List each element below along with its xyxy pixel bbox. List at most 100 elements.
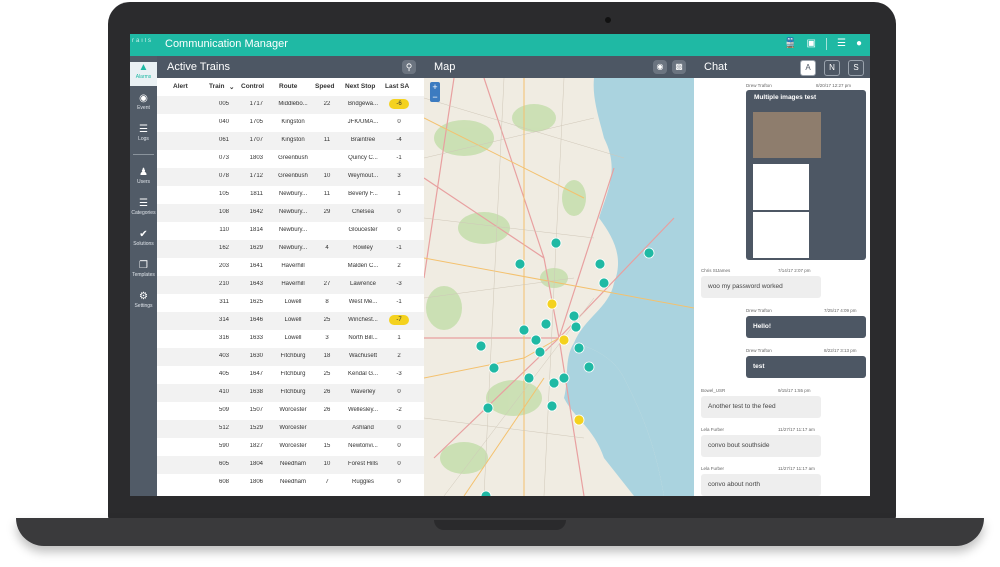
table-row[interactable]: 512 1529 Worcester Ashland 0 [157,420,424,438]
table-row[interactable]: 040 1705 Kingston JFK/UMA... 0 [157,114,424,132]
train-cell: 410 [218,389,229,395]
col-alert[interactable]: Alert [173,83,188,90]
sidebar-item-label: Users [136,179,151,185]
next-stop-cell: Chelsea [351,209,374,215]
message-author: Lela Furber [701,427,725,432]
col-control[interactable]: Control [241,83,264,90]
sidebar-item-settings[interactable]: ⚙ Settings [130,291,157,309]
col-train[interactable]: Train [209,83,225,90]
train-cell: 608 [218,479,229,485]
col-speed[interactable]: Speed [315,83,335,90]
route-cell: Fitchburg [280,353,306,359]
fullscreen-icon[interactable]: ▩ [672,60,686,74]
next-stop-cell: Waverley [350,389,376,395]
table-row[interactable]: 605 1804 Needham 10 Forest Hills 0 [157,456,424,474]
sidebar-item-event[interactable]: ◉ Event [130,93,157,111]
table-row[interactable]: 110 1814 Newbury... Gloucester 0 [157,222,424,240]
map-canvas[interactable] [424,78,694,496]
col-last-sa[interactable]: Last SA [385,83,409,90]
route-cell: Newbury... [278,191,308,197]
control-cell: 1647 [249,371,263,377]
zoom-out-button[interactable]: − [430,92,440,102]
image-message[interactable]: Multiple images test [746,90,866,260]
control-cell: 1641 [249,263,263,269]
table-row[interactable]: 403 1630 Fitchburg 18 Wachusett 2 [157,348,424,366]
sidebar-item-label: Templates [132,272,155,278]
panel-title: Chat [704,61,728,73]
chat-bubble: Another test to the feed [701,396,821,418]
next-stop-cell: Quincy C... [348,155,378,161]
table-row[interactable]: 311 1625 Lowell 8 West Me... -1 [157,294,424,312]
user-icon[interactable]: ● [856,38,862,50]
layers-icon[interactable]: ◉ [653,60,667,74]
control-cell: 1811 [250,191,263,197]
control-cell: 1806 [249,479,263,485]
col-route[interactable]: Route [279,83,297,90]
webcam [605,17,611,23]
train-cell: 605 [218,461,229,467]
sort-chevron-down-icon[interactable]: ⌄ [229,83,234,91]
next-stop-cell: Beverly F... [348,191,378,197]
chat-tab-s[interactable]: S [848,60,864,76]
sidebar-item-templates[interactable]: ❐ Templates [130,260,157,278]
table-row[interactable]: 509 1507 Worcester 26 Wellesley... -2 [157,402,424,420]
table-row[interactable]: 410 1638 Fitchburg 26 Waverley 0 [157,384,424,402]
train-cell: 316 [218,335,229,341]
sidebar-item-solutions[interactable]: ✔ Solutions [130,229,157,247]
last-sa-cell: 0 [397,119,401,125]
sidebar-item-alarms[interactable]: ▲ Alarms [130,62,157,86]
route-cell: Worcester [279,425,307,431]
table-row[interactable]: 073 1803 Greenbush Quincy C... -1 [157,150,424,168]
table-row[interactable]: 316 1633 Lowell 3 North Bill... 1 [157,330,424,348]
table-row[interactable]: 203 1641 Haverhill Malden C... 2 [157,258,424,276]
train-cell: 110 [219,227,229,233]
chat-tab-n[interactable]: N [824,60,840,76]
last-sa-cell: 0 [397,209,401,215]
control-cell: 1814 [249,227,263,233]
chat-tab-all[interactable]: A [800,60,816,76]
next-stop-cell: Braintree [350,137,376,143]
table-row[interactable]: 005 1717 Middlebo... 22 Bridgewa... -6 [157,96,424,114]
train-logo-thumbnail[interactable] [753,164,809,210]
control-cell: 1629 [249,245,263,251]
list-icon[interactable]: ☰ [837,38,846,50]
last-sa-cell: 1 [397,191,401,197]
table-row[interactable]: 210 1643 Haverhill 27 Lawrence -3 [157,276,424,294]
chat-panel: Chat A N S Drew Trafton 8/20/17 12:27 pm… [694,56,870,496]
route-cell: Lowell [284,335,302,341]
next-stop-cell: Gloucester [348,227,378,233]
table-row[interactable]: 162 1629 Newbury... 4 Rowley -1 [157,240,424,258]
train-logo-thumbnail[interactable] [753,212,809,258]
table-row[interactable]: 314 1646 Lowell 25 Winchest... -7 [157,312,424,330]
col-next-stop[interactable]: Next Stop [345,83,375,90]
app-logo: rails [132,38,154,44]
table-row[interactable]: 590 1827 Worcester 15 Newtonvi... 0 [157,438,424,456]
message-author: Bowel_USR [701,388,726,393]
last-sa-cell: -3 [396,371,402,377]
panel-title: Active Trains [167,61,230,73]
train-photo[interactable] [753,112,821,158]
table-row[interactable]: 108 1642 Newbury... 29 Chelsea 0 [157,204,424,222]
last-sa-cell: 0 [397,389,401,395]
zoom-in-button[interactable]: + [430,82,440,92]
speed-cell: 11 [323,191,331,197]
next-stop-cell: Lawrence [349,281,376,287]
speed-cell: 4 [325,245,329,251]
next-stop-cell: Wellesley... [347,407,379,413]
last-sa-cell: -1 [396,155,402,161]
sidebar-item-users[interactable]: ♟ Users [130,167,157,185]
sidebar-item-categories[interactable]: ☰ Categories [130,198,157,216]
chat-bubble: test [746,356,866,378]
chat-tabs: A N S [800,60,864,76]
table-row[interactable]: 061 1707 Kingston 11 Braintree -4 [157,132,424,150]
table-row[interactable]: 405 1647 Fitchburg 25 Kendal G... -3 [157,366,424,384]
table-row[interactable]: 078 1712 Greenbush 10 Weymout... 3 [157,168,424,186]
table-row[interactable]: 608 1806 Needham 7 Ruggles 0 [157,474,424,492]
search-icon[interactable]: ⚲ [402,60,416,74]
train-cell: 203 [218,263,229,269]
map-icon[interactable]: ▣ [807,38,816,50]
table-row[interactable]: 105 1811 Newbury... 11 Beverly F... 1 [157,186,424,204]
message-time: 7/14/17 2:07 pm [778,268,811,273]
train-icon[interactable]: 🚆 [784,38,796,50]
sidebar-item-logs[interactable]: ☰ Logs [130,124,157,142]
